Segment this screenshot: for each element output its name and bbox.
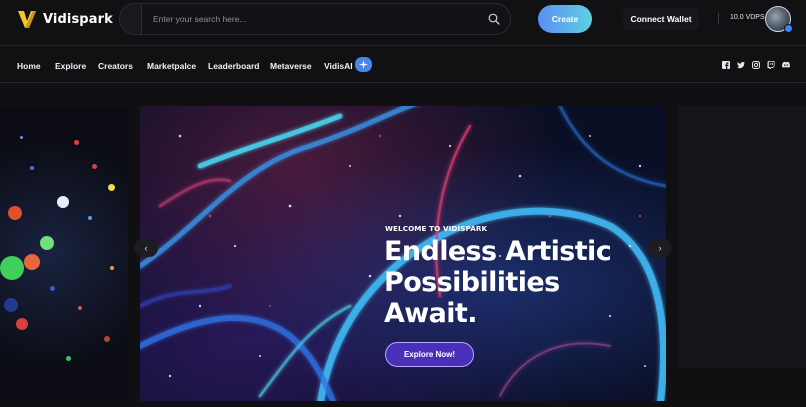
- search-input[interactable]: [153, 4, 473, 34]
- user-avatar[interactable]: [765, 6, 793, 33]
- brand-logo[interactable]: Vidispark: [16, 8, 113, 30]
- hero-headline-line-2: Possibilities: [384, 267, 560, 298]
- chevron-right-icon: ›: [658, 243, 662, 253]
- hero-carousel: WELCOME TO VIDISPARK Endless Artistic Po…: [0, 84, 806, 407]
- nav-item-metaverse[interactable]: Metaverse: [270, 61, 312, 71]
- search-filter-toggle[interactable]: [120, 4, 142, 34]
- ai-sparkle-icon[interactable]: [355, 57, 372, 72]
- facebook-icon[interactable]: [722, 61, 730, 69]
- nav-item-marketplace[interactable]: Marketpalce: [147, 61, 196, 71]
- create-button[interactable]: Create: [538, 5, 592, 33]
- nav-item-vidisai[interactable]: VidisAI: [324, 61, 353, 71]
- search-bar: [119, 3, 511, 35]
- connect-wallet-button[interactable]: Connect Wallet: [623, 8, 699, 30]
- carousel-prev-button[interactable]: ‹: [134, 239, 158, 257]
- hero-eyebrow: WELCOME TO VIDISPARK: [385, 224, 488, 233]
- brand-name: Vidispark: [43, 11, 113, 27]
- carousel-next-button[interactable]: ›: [648, 239, 672, 257]
- nav-item-leaderboard[interactable]: Leaderboard: [208, 61, 260, 71]
- hero-slide: WELCOME TO VIDISPARK Endless Artistic Po…: [140, 106, 666, 401]
- discord-icon[interactable]: [782, 61, 790, 69]
- hero-headline-line-1: Endless Artistic: [384, 236, 612, 267]
- hero-headline-line-3: Await.: [384, 298, 477, 329]
- vidispark-logo-icon: [18, 11, 36, 28]
- instagram-icon[interactable]: [752, 61, 760, 69]
- nav-item-explore[interactable]: Explore: [55, 61, 86, 71]
- hero-headline: Endless Artistic Possibilities Await.: [384, 236, 644, 329]
- header-divider: [718, 13, 719, 24]
- chevron-left-icon: ‹: [144, 243, 148, 253]
- carousel-prev-slide-preview[interactable]: [0, 106, 128, 401]
- wallet-balance: 10.0 VDPS: [730, 14, 765, 21]
- search-icon[interactable]: [488, 13, 500, 25]
- verified-badge-icon: [784, 24, 793, 33]
- twitch-icon[interactable]: [767, 61, 775, 69]
- nav-item-home[interactable]: Home: [17, 61, 41, 71]
- explore-now-button[interactable]: Explore Now!: [385, 342, 474, 367]
- top-bar: Vidispark Create Connect Wallet 10.0 VDP…: [0, 0, 806, 46]
- main-navigation: Home Explore Creators Marketpalce Leader…: [0, 46, 806, 83]
- carousel-next-slide-preview[interactable]: [678, 106, 806, 368]
- nav-item-creators[interactable]: Creators: [98, 61, 133, 71]
- twitter-icon[interactable]: [737, 61, 745, 69]
